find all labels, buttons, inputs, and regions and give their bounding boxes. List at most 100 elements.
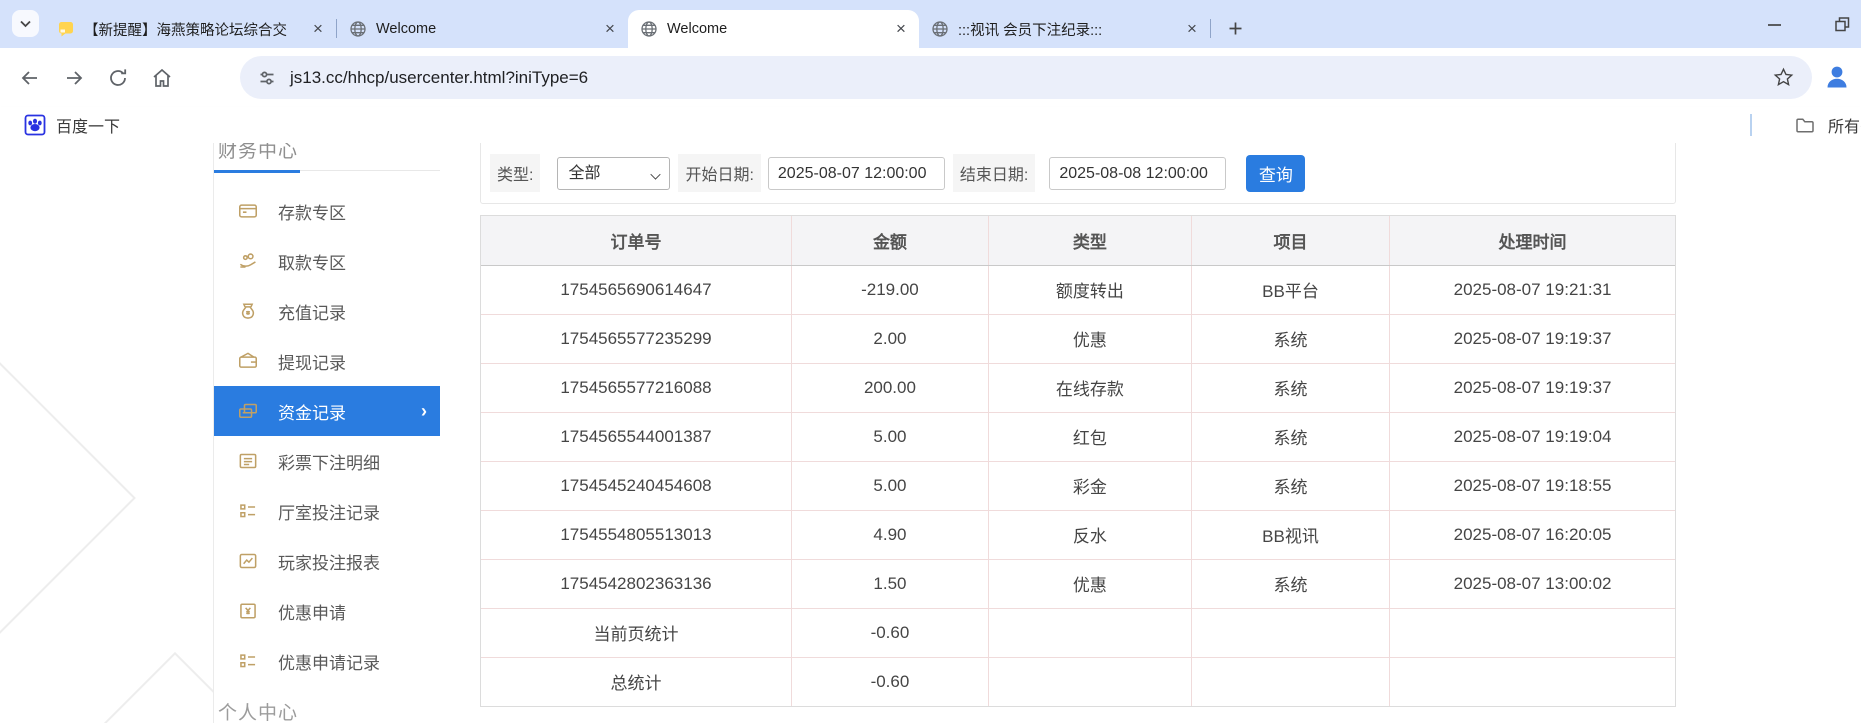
bookmarks-bar: 百度一下 所有书签 xyxy=(0,107,1861,143)
chat-yellow-icon xyxy=(57,20,75,38)
browser-tab[interactable]: Welcome × xyxy=(628,10,919,48)
filter-row: 类型: 全部 开始日期: 2025-08-07 12:00:00 结束日期: 2… xyxy=(490,154,1306,192)
restore-button[interactable] xyxy=(1833,15,1851,33)
globe-icon xyxy=(640,20,658,38)
tab-close-button[interactable]: × xyxy=(600,19,620,39)
bookmark-label: 百度一下 xyxy=(56,119,121,136)
end-date-input[interactable]: 2025-08-08 12:00:00 xyxy=(1049,156,1227,190)
cell-type: 额度转出 xyxy=(988,265,1192,315)
money-bag-icon xyxy=(238,301,258,321)
cell-processed-time: 2025-08-07 19:18:55 xyxy=(1389,461,1675,511)
cell-project: 系统 xyxy=(1191,559,1391,609)
sidebar-item-充值记录[interactable]: 充值记录 xyxy=(214,286,440,336)
reload-icon xyxy=(106,66,130,90)
sidebar-section-title: 财务中心 xyxy=(218,143,299,162)
browser-window: 【新提醒】海燕策略论坛综合交 × Welcome × Welcome ×:::视讯 会员下… xyxy=(0,0,1861,723)
cell-amount: 200.00 xyxy=(791,363,989,413)
sidebar-active-underline xyxy=(214,170,440,173)
browser-tab[interactable]: Welcome × xyxy=(337,10,628,48)
decorative-triangle xyxy=(0,331,136,665)
fund-cards-icon xyxy=(238,401,258,421)
browser-tab[interactable]: 【新提醒】海燕策略论坛综合交 × xyxy=(45,10,336,48)
query-button[interactable]: 查询 xyxy=(1246,154,1306,192)
sidebar-item-label: 玩家投注报表 xyxy=(278,553,380,573)
tabs-container: 【新提醒】海燕策略论坛综合交 × Welcome × Welcome ×:::视讯 会员下… xyxy=(45,0,1249,48)
tab-title: :::视讯 会员下注纪录::: xyxy=(958,22,1103,39)
column-header: 金额 xyxy=(791,216,989,266)
column-header: 类型 xyxy=(988,216,1192,266)
wallet-icon xyxy=(238,351,258,371)
home-button[interactable] xyxy=(148,64,176,92)
tab-divider xyxy=(1210,19,1211,38)
type-select[interactable]: 全部 xyxy=(557,156,671,190)
tab-close-button[interactable]: × xyxy=(891,19,911,39)
empty-cell xyxy=(988,657,1192,706)
tab-close-button[interactable]: × xyxy=(1182,19,1202,39)
address-bar[interactable]: js13.cc/hhcp/usercenter.html?iniType=6 xyxy=(240,56,1812,99)
cell-amount: 5.00 xyxy=(791,461,989,511)
cell-amount: 2.00 xyxy=(791,314,989,364)
bookmark-items: 百度一下 xyxy=(0,113,120,137)
list-items-icon xyxy=(238,501,258,521)
list-doc-icon xyxy=(238,451,258,471)
cell-project: BB视讯 xyxy=(1191,510,1391,560)
bookmarks-divider xyxy=(1750,114,1752,136)
cell-order-id: 1754542802363136 xyxy=(481,559,792,609)
chevron-right-icon: › xyxy=(421,400,427,421)
tab-close-button[interactable]: × xyxy=(308,19,328,39)
sidebar-item-label: 优惠申请 xyxy=(278,603,346,623)
browser-toolbar: js13.cc/hhcp/usercenter.html?iniType=6 xyxy=(0,48,1861,107)
minimize-button[interactable] xyxy=(1765,15,1783,33)
forward-button[interactable] xyxy=(60,64,88,92)
sidebar-item-取款专区[interactable]: 取款专区 xyxy=(214,236,440,286)
sidebar-item-label: 彩票下注明细 xyxy=(278,453,380,473)
globe-icon xyxy=(931,20,949,38)
cell-order-id: 1754554805513013 xyxy=(481,510,792,560)
cell-order-id: 1754545240454608 xyxy=(481,461,792,511)
bookmark-star-icon[interactable] xyxy=(1773,67,1794,88)
site-info-icon[interactable] xyxy=(258,69,276,87)
home-icon xyxy=(150,66,174,90)
cell-project: 系统 xyxy=(1191,461,1391,511)
sidebar-item-厅室投注记录[interactable]: 厅室投注记录 xyxy=(214,486,440,536)
new-tab-button[interactable] xyxy=(1221,14,1249,42)
url-text[interactable]: js13.cc/hhcp/usercenter.html?iniType=6 xyxy=(290,68,588,88)
tab-title: Welcome xyxy=(376,21,437,37)
sidebar-item-提现记录[interactable]: 提现记录 xyxy=(214,336,440,386)
summary-label: 当前页统计 xyxy=(481,608,792,658)
sidebar-item-玩家投注报表[interactable]: 玩家投注报表 xyxy=(214,536,440,586)
summary-row: 总统计 -0.60 xyxy=(481,657,1675,706)
tab-search-button[interactable] xyxy=(12,10,39,37)
table-row: 1754545240454608 5.00 彩金 系统 2025-08-07 19:18… xyxy=(481,461,1675,511)
cell-order-id: 1754565577235299 xyxy=(481,314,792,364)
sidebar-item-优惠申请[interactable]: 优惠申请 xyxy=(214,586,440,636)
cell-processed-time: 2025-08-07 13:00:02 xyxy=(1389,559,1675,609)
browser-tab[interactable]: :::视讯 会员下注纪录::: × xyxy=(919,10,1210,48)
sidebar-item-彩票下注明细[interactable]: 彩票下注明细 xyxy=(214,436,440,486)
cell-type: 反水 xyxy=(988,510,1192,560)
cell-processed-time: 2025-08-07 19:19:04 xyxy=(1389,412,1675,462)
empty-cell xyxy=(1191,657,1391,706)
back-button[interactable] xyxy=(16,64,44,92)
bookmark-item[interactable]: 百度一下 xyxy=(24,113,120,137)
table-row: 1754554805513013 4.90 反水 BB视讯 2025-08-07 16:… xyxy=(481,510,1675,560)
reload-button[interactable] xyxy=(104,64,132,92)
cell-type: 在线存款 xyxy=(988,363,1192,413)
forward-icon xyxy=(62,66,86,90)
profile-avatar[interactable] xyxy=(1822,62,1852,92)
cell-type: 优惠 xyxy=(988,314,1192,364)
bookmarks-overflow[interactable]: 所有书签 xyxy=(1750,107,1861,143)
sidebar-item-资金记录[interactable]: 资金记录 › xyxy=(214,386,440,436)
baidu-paw-icon xyxy=(24,114,46,136)
chevron-down-icon xyxy=(17,15,34,32)
main-panel: 类型: 全部 开始日期: 2025-08-07 12:00:00 结束日期: 2… xyxy=(480,143,1676,707)
sidebar-item-优惠申请记录[interactable]: 优惠申请记录 xyxy=(214,636,440,686)
start-date-label: 开始日期: xyxy=(678,154,761,192)
sidebar-item-存款专区[interactable]: 存款专区 xyxy=(214,186,440,236)
sidebar-item-label: 充值记录 xyxy=(278,303,346,323)
sidebar-item-label: 优惠申请记录 xyxy=(278,653,380,673)
table-header-row: 订单号 金额 类型 项目 处理时间 xyxy=(481,216,1675,266)
filter-box: 类型: 全部 开始日期: 2025-08-07 12:00:00 结束日期: 2… xyxy=(480,143,1676,204)
sidebar-next-section-title: 个人中心 xyxy=(218,703,299,723)
start-date-input[interactable]: 2025-08-07 12:00:00 xyxy=(767,156,945,190)
